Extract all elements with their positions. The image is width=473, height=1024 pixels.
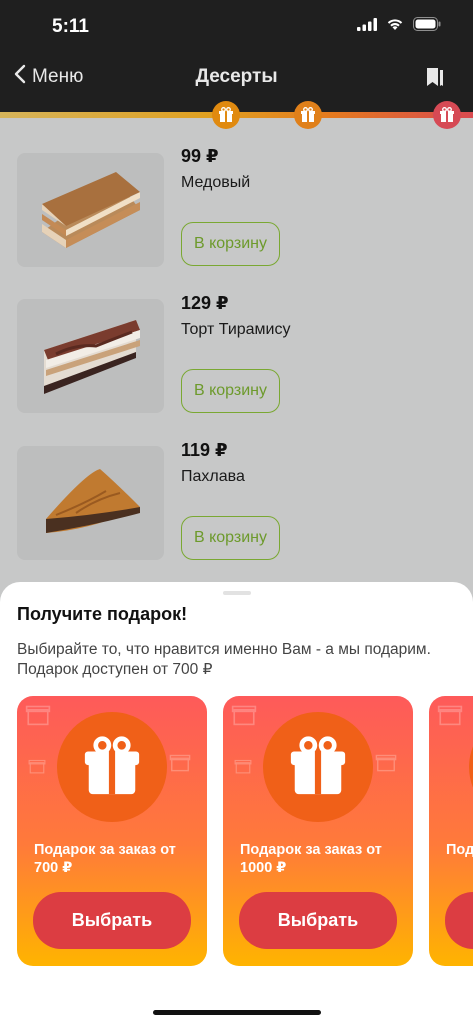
gift-circle bbox=[57, 712, 167, 822]
gift-card-label: Пода... от 1... bbox=[446, 842, 473, 858]
status-time: 5:11 bbox=[52, 16, 89, 37]
product-price: 99 ₽ bbox=[181, 146, 219, 166]
gift-card-label: Подарок за заказ от 700 ₽ bbox=[34, 842, 176, 876]
gift-card[interactable]: Пода... от 1... bbox=[429, 696, 473, 966]
gift-icon bbox=[294, 101, 322, 129]
status-bar: 5:11 bbox=[0, 0, 473, 54]
gift-icon bbox=[212, 101, 240, 129]
gift-icon bbox=[290, 736, 346, 795]
gift-icon bbox=[28, 759, 46, 774]
product-image[interactable] bbox=[17, 153, 164, 267]
add-to-cart-button[interactable]: В корзину bbox=[181, 222, 280, 266]
bookmark-icon[interactable] bbox=[425, 66, 445, 93]
signal-icon bbox=[357, 17, 377, 36]
gift-icon bbox=[433, 101, 461, 129]
product-price: 119 ₽ bbox=[181, 440, 228, 460]
list-item: 129 ₽ Торт Тирамису В корзину bbox=[0, 287, 473, 427]
battery-icon bbox=[413, 17, 441, 36]
gift-icon bbox=[84, 736, 140, 795]
product-name: Медовый bbox=[181, 174, 251, 191]
gift-circle bbox=[469, 712, 473, 822]
product-price: 129 ₽ bbox=[181, 293, 229, 313]
add-to-cart-button[interactable]: В корзину bbox=[181, 369, 280, 413]
product-image[interactable] bbox=[17, 299, 164, 413]
add-to-cart-button[interactable]: В корзину bbox=[181, 516, 280, 560]
gift-icon bbox=[25, 705, 51, 726]
product-name: Пахлава bbox=[181, 468, 245, 485]
status-icons bbox=[357, 17, 441, 36]
gift-card-label: Подарок за заказ от 1000 ₽ bbox=[240, 842, 382, 876]
wifi-icon bbox=[386, 17, 404, 36]
list-item: 119 ₽ Пахлава В корзину bbox=[0, 434, 473, 574]
gift-icon bbox=[437, 705, 463, 726]
home-indicator[interactable] bbox=[153, 1010, 321, 1015]
gift-card[interactable]: Подарок за заказ от 700 ₽ Выбрать bbox=[17, 696, 207, 966]
choose-gift-button[interactable]: Выбрать bbox=[33, 892, 191, 949]
list-item: 99 ₽ Медовый В корзину bbox=[0, 140, 473, 280]
sheet-description: Выбирайте то, что нравится именно Вам - … bbox=[17, 641, 431, 678]
gift-icon bbox=[375, 754, 397, 772]
gift-icon bbox=[234, 759, 252, 774]
nav-bar: Меню Десерты bbox=[0, 58, 473, 98]
sheet-drag-handle[interactable] bbox=[223, 591, 251, 595]
sheet-title: Получите подарок! bbox=[17, 604, 188, 624]
page-title: Десерты bbox=[195, 66, 278, 87]
top-bar: 5:11 Меню Десерты bbox=[0, 0, 473, 112]
gift-icon bbox=[231, 705, 257, 726]
gift-circle bbox=[263, 712, 373, 822]
gift-icon bbox=[169, 754, 191, 772]
product-image[interactable] bbox=[17, 446, 164, 560]
choose-gift-button[interactable] bbox=[445, 892, 473, 949]
gift-bottom-sheet: Получите подарок! Выбирайте то, что нрав… bbox=[0, 582, 473, 1024]
product-name: Торт Тирамису bbox=[181, 321, 291, 338]
choose-gift-button[interactable]: Выбрать bbox=[239, 892, 397, 949]
gift-card[interactable]: Подарок за заказ от 1000 ₽ Выбрать bbox=[223, 696, 413, 966]
